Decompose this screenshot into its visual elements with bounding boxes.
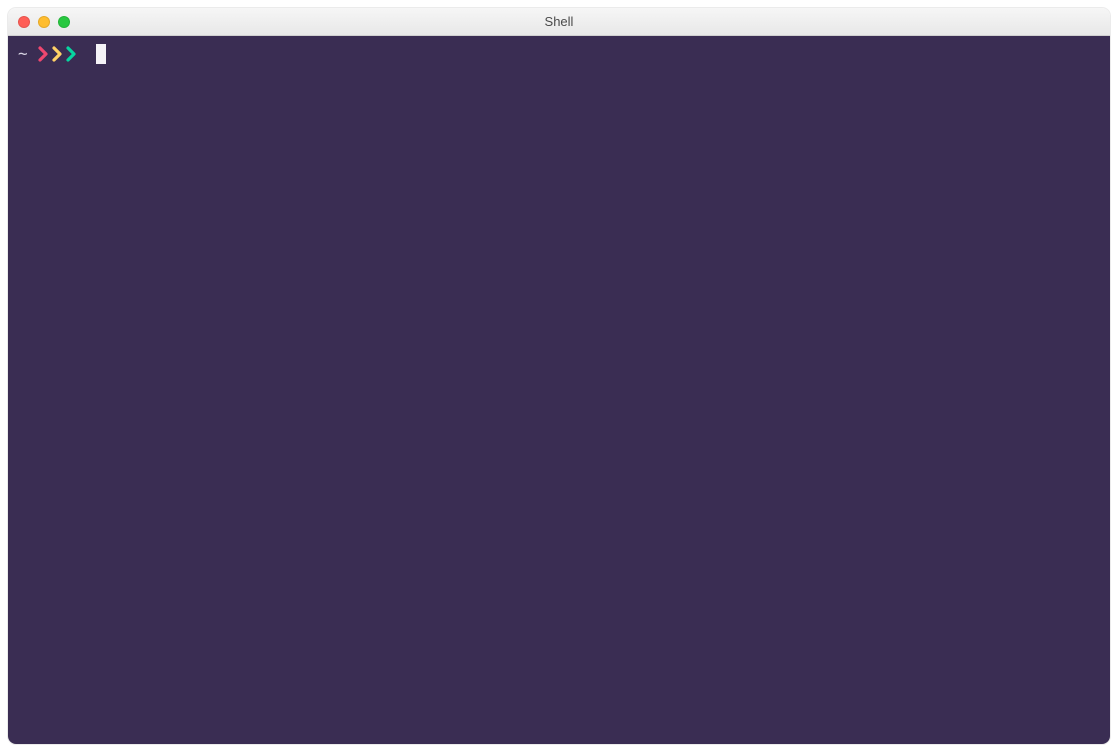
terminal-body[interactable]: ~: [8, 36, 1110, 744]
maximize-button[interactable]: [58, 16, 70, 28]
terminal-window: Shell ~: [8, 8, 1110, 744]
chevron-icon: [38, 46, 50, 62]
minimize-button[interactable]: [38, 16, 50, 28]
chevron-icon: [52, 46, 64, 62]
window-title: Shell: [545, 14, 574, 29]
prompt-chevrons: [38, 46, 78, 62]
chevron-icon: [66, 46, 78, 62]
cwd-indicator: ~: [18, 44, 28, 64]
close-button[interactable]: [18, 16, 30, 28]
titlebar[interactable]: Shell: [8, 8, 1110, 36]
prompt-line: ~: [18, 44, 1100, 64]
cursor-block: [96, 44, 106, 64]
traffic-lights: [18, 16, 70, 28]
